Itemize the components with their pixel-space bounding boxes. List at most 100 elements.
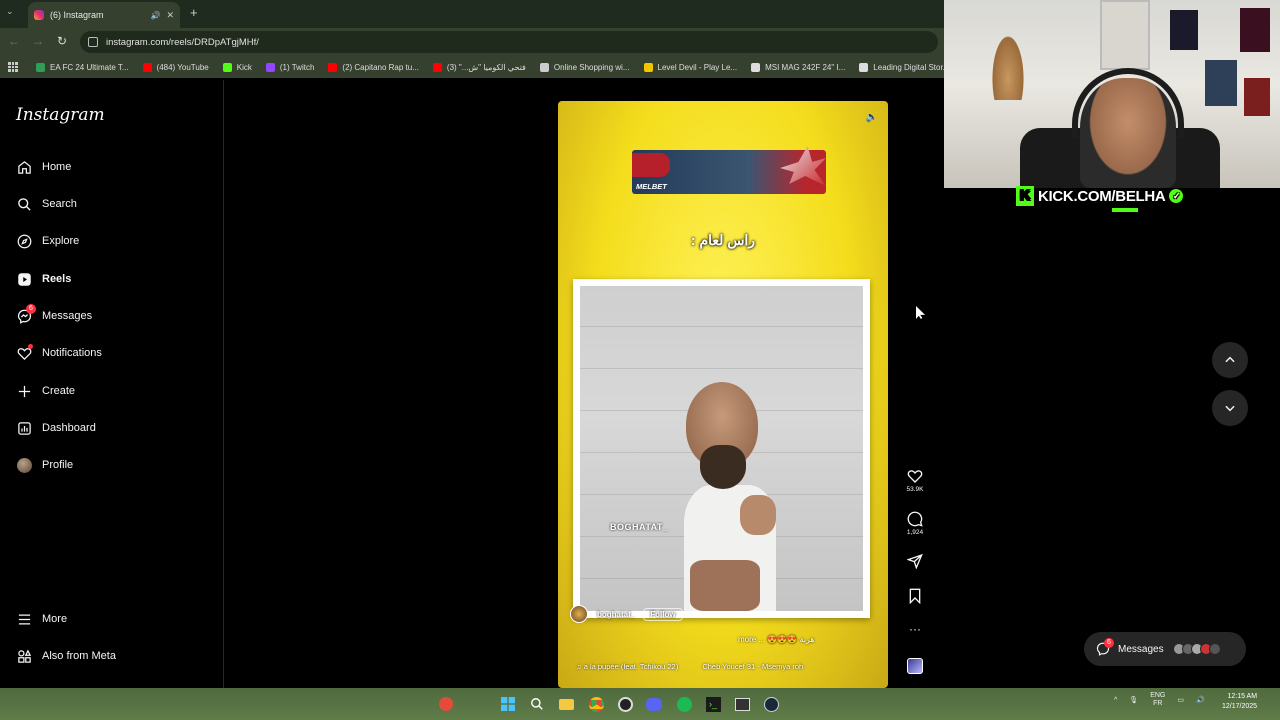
apps-grid-icon[interactable] bbox=[8, 62, 18, 72]
tab-list-chevron-icon[interactable]: ⌄ bbox=[6, 6, 14, 17]
bookmark-item[interactable]: MSI MAG 242F 24" I... bbox=[751, 62, 845, 72]
sidebar-item-profile[interactable]: Profile bbox=[16, 451, 206, 479]
tray-overflow-icon[interactable]: ^ bbox=[1114, 697, 1117, 704]
clock-time: 12:15 AM bbox=[1227, 693, 1258, 700]
more-menu-button[interactable]: More bbox=[16, 605, 206, 633]
tab-audio-icon[interactable]: 🔊 bbox=[150, 11, 160, 20]
windows-start-icon[interactable] bbox=[498, 694, 518, 714]
sidebar-item-label: Explore bbox=[42, 235, 80, 247]
bookmark-label: (2) Capitano Rap tu... bbox=[342, 62, 419, 72]
bookmark-item[interactable]: Online Shopping wi... bbox=[539, 62, 630, 72]
sidebar-item-dashboard[interactable]: Dashboard bbox=[16, 414, 206, 442]
bookmark-item[interactable]: Level Devil - Play Le... bbox=[643, 62, 738, 72]
bookmark-label: Level Devil - Play Le... bbox=[657, 62, 738, 72]
sidebar-item-create[interactable]: Create bbox=[16, 377, 206, 405]
sidebar-item-messages[interactable]: 6 Messages bbox=[16, 302, 206, 330]
comment-count: 1,924 bbox=[906, 529, 924, 536]
sidebar-item-search[interactable]: Search bbox=[16, 190, 206, 218]
url-text: instagram.com/reels/DRDpATgjMHf/ bbox=[106, 36, 259, 48]
new-tab-button[interactable]: + bbox=[190, 6, 198, 20]
profile-avatar-wrap bbox=[16, 457, 32, 473]
meta-apps-icon bbox=[16, 648, 32, 664]
bookmark-item[interactable]: EA FC 24 Ultimate T... bbox=[36, 62, 129, 72]
next-reel-button[interactable] bbox=[1212, 390, 1248, 426]
share-button[interactable] bbox=[902, 553, 928, 569]
previous-reel-button[interactable] bbox=[1212, 342, 1248, 378]
person-legs bbox=[690, 560, 760, 611]
bookmark-favicon-icon bbox=[539, 62, 549, 72]
dashboard-icon bbox=[16, 420, 32, 436]
more-label: More bbox=[42, 613, 68, 625]
forward-icon[interactable]: → bbox=[30, 34, 46, 48]
person-hand bbox=[740, 495, 776, 535]
bookmark-item[interactable]: Leading Digital Stor... bbox=[859, 62, 944, 72]
bookmark-favicon-icon bbox=[328, 62, 338, 72]
audio-track-1[interactable]: ♫ a la pupée (feat. Tchikou 22) bbox=[576, 662, 678, 671]
search-icon bbox=[16, 196, 32, 212]
instagram-favicon-icon bbox=[34, 10, 44, 20]
bookmark-item[interactable]: فتحي الكوميا "ش..." (3) bbox=[432, 62, 526, 72]
comment-button[interactable]: 1,924 bbox=[902, 511, 928, 536]
bookmark-label: (1) Twitch bbox=[279, 62, 315, 72]
webcam-guitar bbox=[990, 30, 1026, 100]
messenger-icon: 6 bbox=[1096, 638, 1114, 656]
bookmark-favicon-icon bbox=[432, 62, 442, 72]
messages-drawer-button[interactable]: 6 Messages bbox=[1084, 632, 1246, 666]
reel-audio-row[interactable]: ♫ a la pupée (feat. Tchikou 22) Cheb You… bbox=[576, 662, 825, 671]
steam-icon[interactable] bbox=[761, 694, 781, 714]
url-bar[interactable]: instagram.com/reels/DRDpATgjMHf/ bbox=[80, 31, 938, 53]
close-tab-icon[interactable]: ✕ bbox=[166, 10, 174, 21]
microphone-icon[interactable]: 🎙 bbox=[1129, 696, 1138, 704]
follow-button[interactable]: Follow bbox=[643, 607, 683, 621]
tab-title: (6) Instagram bbox=[50, 10, 104, 20]
sponsor-logo bbox=[632, 153, 670, 177]
bookmark-item[interactable]: (2) Capitano Rap tu... bbox=[328, 62, 419, 72]
also-from-meta-button[interactable]: Also from Meta bbox=[16, 642, 206, 670]
browser-tab-instagram[interactable]: (6) Instagram 🔊 ✕ bbox=[28, 2, 180, 28]
file-explorer-icon[interactable] bbox=[556, 694, 576, 714]
chevron-up-icon bbox=[1225, 356, 1235, 363]
taskbar-widget-icon[interactable] bbox=[434, 694, 458, 714]
sidebar-item-home[interactable]: Home bbox=[16, 153, 206, 181]
instagram-logo[interactable]: Instagram bbox=[16, 105, 105, 125]
lang-top: ENG bbox=[1150, 692, 1166, 699]
kick-logo-icon: K bbox=[1016, 186, 1034, 206]
more-options-icon[interactable]: ··· bbox=[902, 622, 928, 636]
volume-icon[interactable]: 🔈 bbox=[864, 110, 880, 126]
bookmark-favicon-icon bbox=[751, 62, 761, 72]
chrome-icon[interactable] bbox=[586, 694, 606, 714]
kick-accent-bar bbox=[1112, 208, 1138, 212]
site-info-icon[interactable] bbox=[88, 37, 98, 47]
spotify-icon[interactable] bbox=[674, 694, 694, 714]
bookmark-item[interactable]: (484) YouTube bbox=[142, 62, 209, 72]
sidebar-item-explore[interactable]: Explore bbox=[16, 227, 206, 255]
reload-icon[interactable]: ↻ bbox=[54, 34, 70, 48]
network-icon[interactable]: ▭ bbox=[1177, 696, 1184, 704]
author-avatar[interactable] bbox=[570, 605, 588, 623]
lang-bottom: FR bbox=[1153, 700, 1163, 707]
bookmark-item[interactable]: Kick bbox=[222, 62, 252, 72]
obs-icon[interactable] bbox=[615, 694, 635, 714]
webcam-poster bbox=[1205, 60, 1237, 106]
taskbar-clock[interactable]: 12:15 AM 12/17/2025 bbox=[1222, 692, 1257, 712]
recent-chat-avatars bbox=[1172, 643, 1221, 655]
bookmark-item[interactable]: (1) Twitch bbox=[265, 62, 315, 72]
save-button[interactable] bbox=[902, 588, 928, 604]
messages-pill-label: Messages bbox=[1118, 643, 1164, 655]
audio-track-2[interactable]: Cheb Youcef 31 - Msemya roh bbox=[702, 662, 803, 671]
author-username[interactable]: boghatat_ bbox=[597, 610, 635, 619]
sidebar-item-notifications[interactable]: Notifications bbox=[16, 339, 206, 367]
mouse-cursor-icon bbox=[916, 306, 925, 319]
terminal-icon[interactable]: ›_ bbox=[703, 694, 723, 714]
capture-app-icon[interactable] bbox=[732, 694, 752, 714]
sidebar-item-reels[interactable]: Reels bbox=[16, 265, 206, 293]
taskbar-search-icon[interactable] bbox=[527, 694, 547, 714]
language-indicator[interactable]: ENG FR bbox=[1150, 692, 1165, 708]
sidebar-item-label: Messages bbox=[42, 310, 93, 322]
discord-icon[interactable] bbox=[644, 694, 664, 714]
audio-thumbnail[interactable] bbox=[907, 658, 923, 674]
back-icon[interactable]: ← bbox=[6, 34, 22, 48]
volume-tray-icon[interactable]: 🔊 bbox=[1196, 696, 1205, 704]
like-button[interactable]: 53.9K bbox=[902, 468, 928, 493]
reel-description[interactable]: more ... 😍😍😍 هربة bbox=[738, 635, 815, 644]
